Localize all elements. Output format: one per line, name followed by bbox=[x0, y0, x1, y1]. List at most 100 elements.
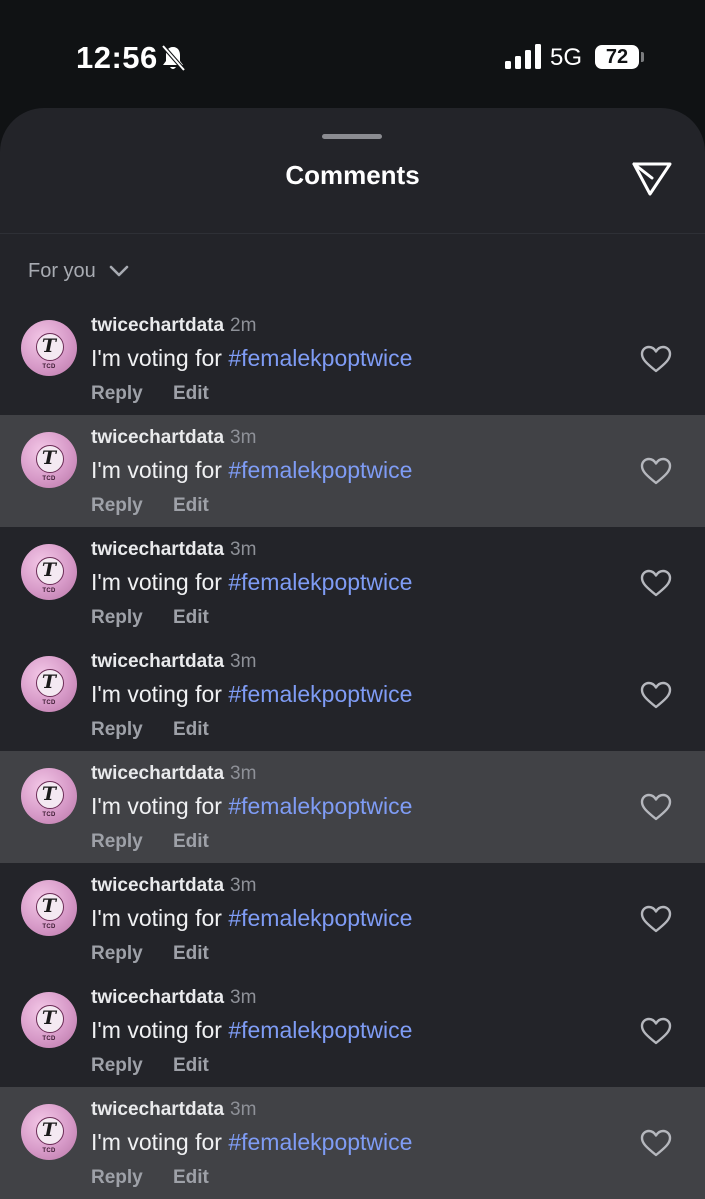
signal-bars-icon bbox=[505, 44, 541, 69]
comment-body: I'm voting for bbox=[91, 1017, 229, 1043]
comment-hashtag[interactable]: #femalekpoptwice bbox=[228, 345, 412, 371]
comment-timestamp: 3m bbox=[230, 427, 257, 448]
sheet-title: Comments bbox=[285, 160, 420, 190]
comment-body: I'm voting for bbox=[91, 905, 229, 931]
reply-button[interactable]: Reply bbox=[91, 1055, 143, 1077]
header-divider bbox=[0, 233, 705, 234]
comment-text: I'm voting for #femalekpoptwice bbox=[91, 457, 412, 484]
comment-timestamp: 3m bbox=[230, 875, 257, 896]
comment-username[interactable]: twicechartdata bbox=[91, 763, 224, 785]
comment-hashtag[interactable]: #femalekpoptwice bbox=[228, 681, 412, 707]
comment-list: T TCD twicechartdata 2m I'm voting for #… bbox=[0, 303, 705, 1199]
reply-button[interactable]: Reply bbox=[91, 495, 143, 517]
comment-text: I'm voting for #femalekpoptwice bbox=[91, 793, 412, 820]
comment-body: I'm voting for bbox=[91, 345, 229, 371]
reply-button[interactable]: Reply bbox=[91, 383, 143, 405]
comment-username[interactable]: twicechartdata bbox=[91, 427, 224, 449]
filter-label: For you bbox=[28, 259, 96, 282]
avatar-logo: T bbox=[41, 671, 57, 693]
heart-icon[interactable] bbox=[640, 681, 672, 709]
send-icon[interactable] bbox=[630, 158, 674, 198]
avatar[interactable]: T TCD bbox=[21, 544, 77, 600]
comment-item: T TCD twicechartdata 3m I'm voting for #… bbox=[0, 527, 705, 639]
comment-username[interactable]: twicechartdata bbox=[91, 1099, 224, 1121]
avatar[interactable]: T TCD bbox=[21, 1104, 77, 1160]
reply-button[interactable]: Reply bbox=[91, 831, 143, 853]
avatar[interactable]: T TCD bbox=[21, 656, 77, 712]
avatar-logo: T bbox=[41, 783, 57, 805]
comment-body: I'm voting for bbox=[91, 793, 229, 819]
reply-button[interactable]: Reply bbox=[91, 719, 143, 741]
comment-timestamp: 3m bbox=[230, 1099, 257, 1120]
comment-item: T TCD twicechartdata 3m I'm voting for #… bbox=[0, 975, 705, 1087]
heart-icon[interactable] bbox=[640, 569, 672, 597]
comments-sheet: Comments For you T TCD twicechartdata 2m… bbox=[0, 108, 705, 1199]
avatar-tag: TCD bbox=[42, 1036, 56, 1042]
comment-hashtag[interactable]: #femalekpoptwice bbox=[228, 905, 412, 931]
edit-button[interactable]: Edit bbox=[173, 719, 209, 741]
heart-icon[interactable] bbox=[640, 905, 672, 933]
avatar[interactable]: T TCD bbox=[21, 432, 77, 488]
bell-slash-icon bbox=[161, 44, 186, 72]
avatar[interactable]: T TCD bbox=[21, 768, 77, 824]
heart-icon[interactable] bbox=[640, 793, 672, 821]
comment-username[interactable]: twicechartdata bbox=[91, 315, 224, 337]
comment-timestamp: 3m bbox=[230, 987, 257, 1008]
comment-hashtag[interactable]: #femalekpoptwice bbox=[228, 1129, 412, 1155]
comment-timestamp: 3m bbox=[230, 651, 257, 672]
comment-username[interactable]: twicechartdata bbox=[91, 539, 224, 561]
comment-timestamp: 3m bbox=[230, 539, 257, 560]
avatar[interactable]: T TCD bbox=[21, 992, 77, 1048]
sheet-grabber-handle[interactable] bbox=[322, 134, 382, 139]
comment-body: I'm voting for bbox=[91, 569, 229, 595]
comment-body: I'm voting for bbox=[91, 681, 229, 707]
comment-username[interactable]: twicechartdata bbox=[91, 651, 224, 673]
avatar-logo: T bbox=[41, 1119, 57, 1141]
status-bar: 12:56 5G 72 bbox=[0, 0, 705, 110]
chevron-down-icon bbox=[109, 265, 129, 277]
reply-button[interactable]: Reply bbox=[91, 607, 143, 629]
comment-hashtag[interactable]: #femalekpoptwice bbox=[228, 1017, 412, 1043]
comment-username[interactable]: twicechartdata bbox=[91, 875, 224, 897]
edit-button[interactable]: Edit bbox=[173, 831, 209, 853]
heart-icon[interactable] bbox=[640, 1017, 672, 1045]
edit-button[interactable]: Edit bbox=[173, 943, 209, 965]
heart-icon[interactable] bbox=[640, 457, 672, 485]
comment-item: T TCD twicechartdata 2m I'm voting for #… bbox=[0, 303, 705, 415]
comment-text: I'm voting for #femalekpoptwice bbox=[91, 1129, 412, 1156]
comment-hashtag[interactable]: #femalekpoptwice bbox=[228, 569, 412, 595]
comment-item: T TCD twicechartdata 3m I'm voting for #… bbox=[0, 639, 705, 751]
edit-button[interactable]: Edit bbox=[173, 383, 209, 405]
avatar[interactable]: T TCD bbox=[21, 880, 77, 936]
avatar-logo: T bbox=[41, 447, 57, 469]
edit-button[interactable]: Edit bbox=[173, 1055, 209, 1077]
reply-button[interactable]: Reply bbox=[91, 1167, 143, 1189]
avatar-logo: T bbox=[41, 335, 57, 357]
comment-item: T TCD twicechartdata 3m I'm voting for #… bbox=[0, 751, 705, 863]
avatar-tag: TCD bbox=[42, 588, 56, 594]
edit-button[interactable]: Edit bbox=[173, 1167, 209, 1189]
sort-filter-dropdown[interactable]: For you bbox=[28, 256, 130, 286]
comment-username[interactable]: twicechartdata bbox=[91, 987, 224, 1009]
heart-icon[interactable] bbox=[640, 1129, 672, 1157]
avatar[interactable]: T TCD bbox=[21, 320, 77, 376]
avatar-tag: TCD bbox=[42, 812, 56, 818]
comment-timestamp: 3m bbox=[230, 763, 257, 784]
avatar-logo: T bbox=[41, 1007, 57, 1029]
comment-hashtag[interactable]: #femalekpoptwice bbox=[228, 793, 412, 819]
avatar-tag: TCD bbox=[42, 1148, 56, 1154]
edit-button[interactable]: Edit bbox=[173, 495, 209, 517]
heart-icon[interactable] bbox=[640, 345, 672, 373]
comment-item: T TCD twicechartdata 3m I'm voting for #… bbox=[0, 415, 705, 527]
comment-timestamp: 2m bbox=[230, 315, 257, 336]
comment-item: T TCD twicechartdata 3m I'm voting for #… bbox=[0, 1087, 705, 1199]
network-type: 5G bbox=[550, 44, 583, 71]
comment-text: I'm voting for #femalekpoptwice bbox=[91, 1017, 412, 1044]
edit-button[interactable]: Edit bbox=[173, 607, 209, 629]
avatar-tag: TCD bbox=[42, 476, 56, 482]
reply-button[interactable]: Reply bbox=[91, 943, 143, 965]
comment-text: I'm voting for #femalekpoptwice bbox=[91, 681, 412, 708]
comment-hashtag[interactable]: #femalekpoptwice bbox=[228, 457, 412, 483]
comment-text: I'm voting for #femalekpoptwice bbox=[91, 569, 412, 596]
avatar-logo: T bbox=[41, 559, 57, 581]
